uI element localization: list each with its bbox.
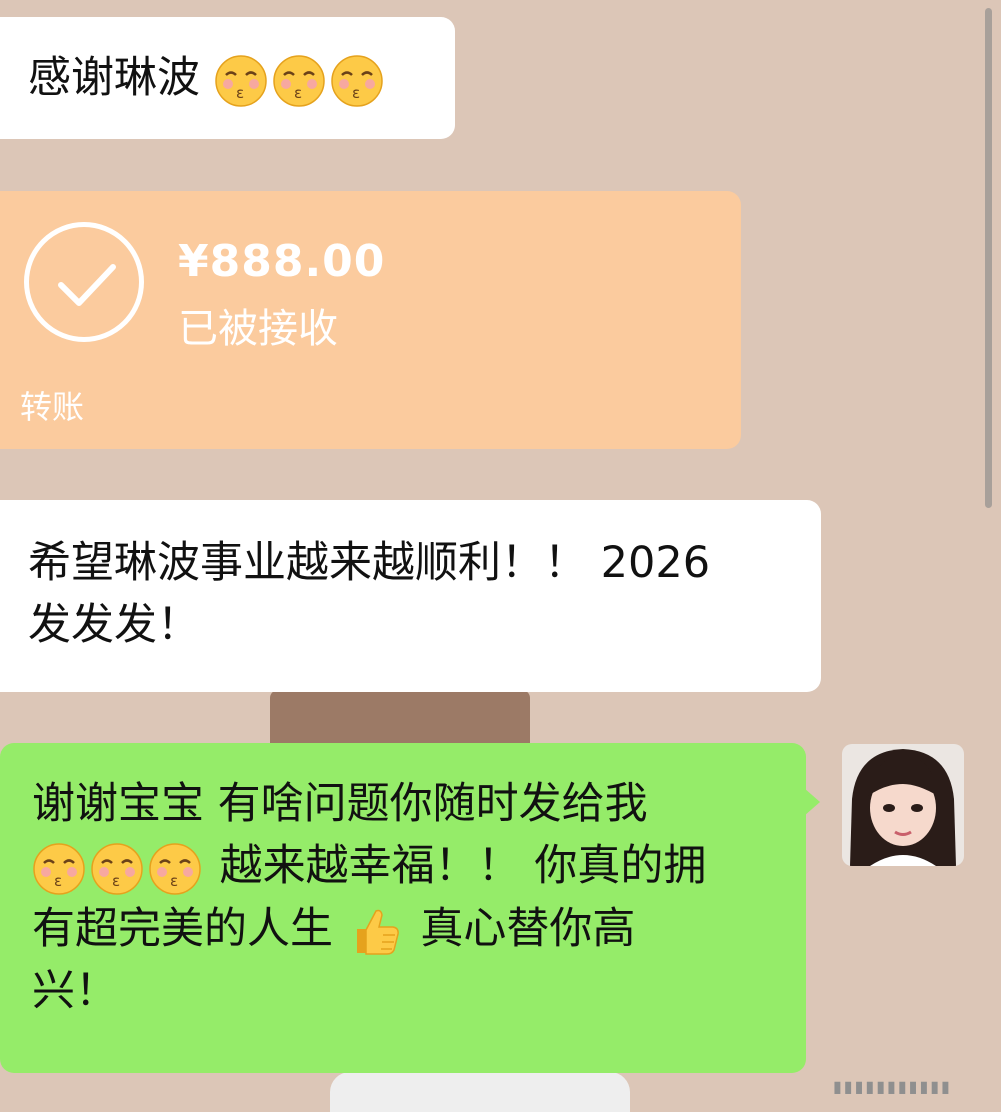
scrollbar[interactable]	[985, 8, 992, 508]
reply-line-3: 有超完美的人生 真心替你高	[32, 898, 806, 960]
reply-line-1: 谢谢宝宝 有啥问题你随时发给我	[32, 779, 648, 829]
user-avatar[interactable]	[842, 744, 964, 866]
svg-text:ε: ε	[54, 872, 62, 890]
kissing-smiling-eyes-emoji: ε	[149, 843, 201, 895]
watermark-dots: ▮▮▮▮▮▮▮▮▮▮▮	[833, 1077, 952, 1096]
svg-text:ε: ε	[294, 84, 302, 102]
reply-line-3a: 有超完美的人生	[32, 903, 333, 954]
incoming-message-thanks[interactable]: 感谢琳波 ε ε ε	[0, 17, 455, 139]
kissing-smiling-eyes-emoji: ε	[91, 843, 143, 895]
emoji-group: εεε	[200, 53, 388, 107]
check-circle-icon	[24, 222, 144, 342]
transfer-amount: ¥888.00	[178, 236, 386, 287]
svg-text:ε: ε	[236, 84, 244, 102]
incoming-message-wish[interactable]: 希望琳波事业越来越顺利！！ 2026 发发发！	[0, 500, 821, 692]
wallpaper-figure	[270, 690, 530, 750]
wallpaper-figure-bottom	[330, 1072, 630, 1112]
transfer-type-label: 转账	[20, 388, 85, 426]
reply-line-3b: 真心替你高	[420, 903, 636, 954]
reply-line-4: 兴！	[32, 966, 118, 1017]
transfer-status: 已被接收	[178, 306, 338, 352]
kissing-smiling-eyes-emoji: ε	[330, 54, 383, 107]
message-line-1: 希望琳波事业越来越顺利！！ 2026	[28, 538, 711, 588]
outgoing-message-reply[interactable]: 谢谢宝宝 有啥问题你随时发给我 ε ε ε 越来越幸福！！ 你真的拥 有超完美的人生…	[0, 743, 806, 1073]
thumbs-up-emoji	[356, 909, 399, 955]
kissing-smiling-eyes-emoji: ε	[214, 54, 267, 107]
svg-text:ε: ε	[112, 872, 120, 890]
svg-text:ε: ε	[352, 84, 360, 102]
svg-text:ε: ε	[170, 872, 178, 890]
reply-line-2-text: 越来越幸福！！ 你真的拥	[219, 841, 707, 892]
bubble-tail	[804, 788, 820, 816]
message-line-2: 发发发！	[28, 600, 200, 651]
user-avatar-photo	[842, 744, 964, 866]
message-text: 感谢琳波	[28, 53, 200, 103]
kissing-smiling-eyes-emoji: ε	[33, 843, 85, 895]
kissing-smiling-eyes-emoji: ε	[272, 54, 325, 107]
reply-line-2: ε ε ε 越来越幸福！！ 你真的拥	[32, 835, 806, 897]
